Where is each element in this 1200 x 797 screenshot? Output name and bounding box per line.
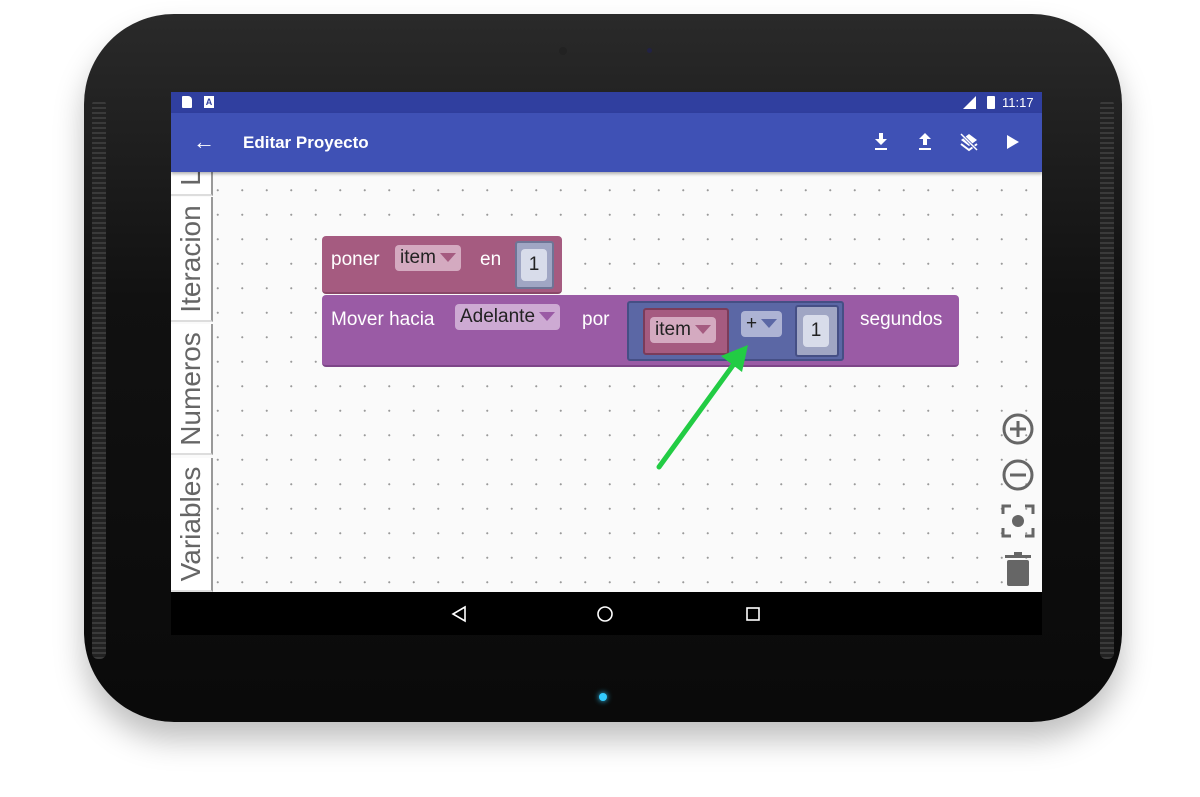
play-icon[interactable] (1007, 135, 1019, 149)
clock: 11:17 (1002, 95, 1034, 110)
zoom-in-icon[interactable] (1001, 412, 1035, 446)
screen: A 11:17 ← Editar Proyecto L Iteracion Nu… (171, 92, 1042, 635)
download-icon[interactable] (873, 133, 889, 151)
page-title: Editar Proyecto (243, 133, 369, 152)
upload-icon[interactable] (917, 133, 933, 151)
move-label: Mover hacia (331, 309, 435, 330)
arrow-back-icon[interactable]: ← (193, 129, 215, 155)
direction-dropdown[interactable]: Adelante (455, 304, 561, 330)
home-icon[interactable] (596, 605, 614, 623)
sensor (647, 48, 652, 53)
number-slot: 1 (795, 305, 839, 357)
recents-icon[interactable] (745, 606, 761, 622)
right-speaker (1100, 99, 1114, 659)
move-label-por: por (582, 309, 610, 330)
led-indicator (599, 693, 607, 701)
battery-icon (987, 96, 995, 109)
dropdown-arrow-icon (439, 253, 456, 263)
left-speaker (92, 99, 106, 659)
set-label: poner (331, 249, 380, 270)
clear-layers-icon[interactable] (959, 132, 979, 152)
lte-signal-icon (963, 96, 976, 109)
app-bar: ← Editar Proyecto (171, 113, 1042, 172)
move-label-segundos: segundos (860, 309, 943, 330)
sd-card-icon (182, 96, 192, 108)
status-bar: A 11:17 (171, 92, 1042, 113)
dropdown-arrow-icon (761, 319, 778, 329)
toolbox-tab-iteracion[interactable]: Iteracion (171, 197, 213, 322)
workspace-canvas[interactable]: L Iteracion Numeros Variables poner item… (171, 172, 1042, 592)
variable-dropdown[interactable]: item (395, 245, 461, 271)
trash-icon[interactable] (1005, 552, 1031, 586)
operator-dropdown[interactable]: + (741, 311, 783, 337)
green-arrow-annotation (656, 345, 748, 470)
set-label-en: en (480, 249, 502, 270)
toolbox-tab-variables[interactable]: Variables (171, 458, 213, 592)
toolbox-tab-numeros[interactable]: Numeros (171, 324, 213, 455)
back-icon[interactable] (451, 605, 467, 623)
number-field[interactable]: 1 (803, 315, 829, 347)
toolbox-tab-l[interactable]: L (171, 172, 213, 196)
number-slot: 1 (515, 241, 554, 289)
zoom-out-icon[interactable] (1001, 458, 1035, 492)
dropdown-arrow-icon (694, 325, 711, 335)
dropdown-arrow-icon (539, 312, 556, 322)
variable-dropdown[interactable]: item (650, 317, 716, 343)
set-variable-block[interactable]: poner item en 1 (322, 236, 562, 294)
recenter-icon[interactable] (1001, 504, 1035, 538)
navigation-bar (171, 592, 1042, 635)
number-field[interactable]: 1 (521, 249, 547, 281)
a-notification-icon: A (204, 96, 214, 108)
camera (559, 47, 567, 55)
